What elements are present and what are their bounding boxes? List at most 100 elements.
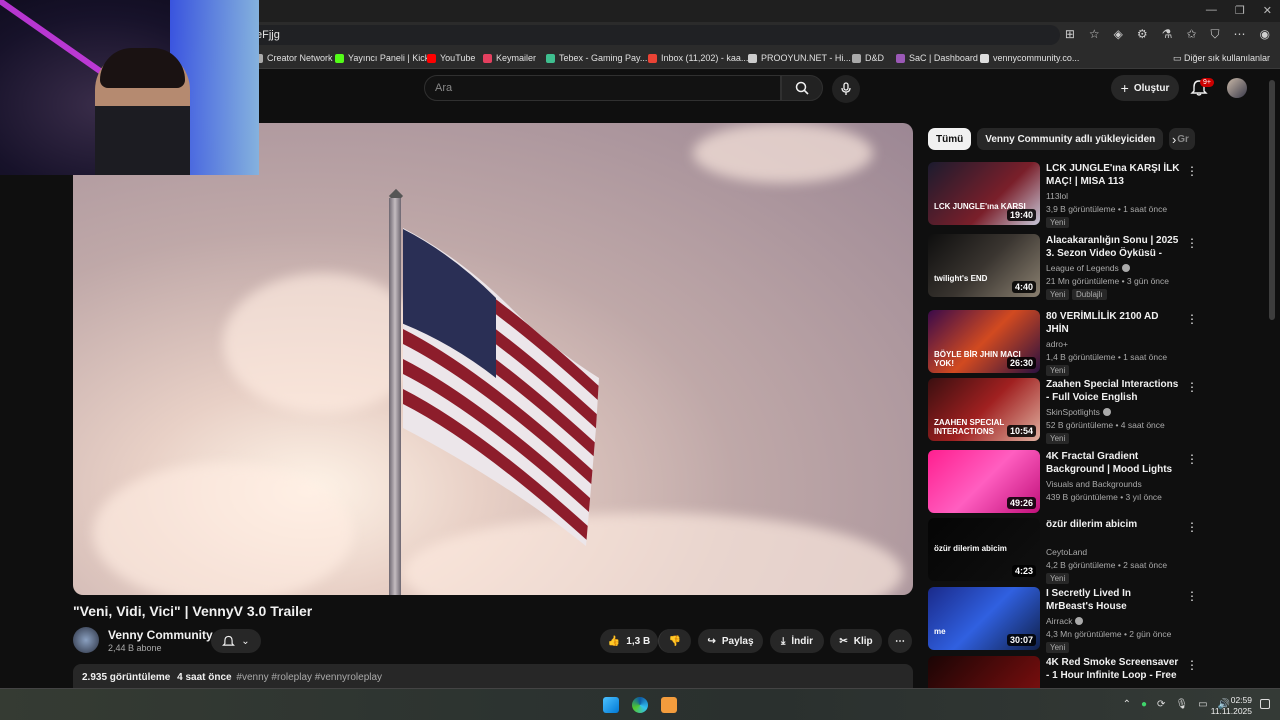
recommendation-item[interactable]: me 30:07 I Secretly Lived In MrBeast's Hou… bbox=[928, 587, 1198, 653]
apps-icon[interactable]: ⊞ bbox=[1065, 27, 1075, 42]
video-thumbnail[interactable]: twilight's END 4:40 bbox=[928, 234, 1040, 297]
bookmark-item[interactable]: Keymailer bbox=[483, 53, 536, 63]
create-button[interactable]: + Oluştur bbox=[1111, 75, 1179, 101]
notification-icon[interactable] bbox=[1260, 699, 1270, 709]
recommendation-title[interactable]: LCK JUNGLE'ına KARŞI İLK MAÇ! | MISA 113 bbox=[1046, 162, 1181, 188]
edge-icon[interactable] bbox=[632, 697, 648, 713]
dislike-button[interactable]: 👎 bbox=[658, 629, 691, 653]
microphone-icon[interactable]: 🎙 bbox=[1175, 699, 1188, 710]
video-thumbnail[interactable]: me 30:07 bbox=[928, 587, 1040, 650]
more-vert-icon[interactable]: ⋮ bbox=[1186, 236, 1198, 250]
chip-all[interactable]: Tümü bbox=[928, 128, 972, 150]
video-thumbnail[interactable]: LCK JUNGLE'ına KARŞI 19:40 bbox=[928, 162, 1040, 225]
recommendation-title[interactable]: 4K Red Smoke Screensaver - 1 Hour Infini… bbox=[1046, 656, 1181, 682]
account-avatar[interactable] bbox=[1227, 78, 1247, 98]
bookmark-item[interactable]: Inbox (11,202) - kaa... bbox=[648, 53, 748, 63]
copilot-icon[interactable]: ◉ bbox=[1260, 27, 1270, 42]
recommendation-item[interactable]: twilight's END 4:40 Alacakaranlığın Sonu |… bbox=[928, 234, 1198, 300]
video-thumbnail[interactable]: 49:26 bbox=[928, 450, 1040, 513]
recommendation-item[interactable]: özür dilerim abicim 4:23 özür dilerim abic… bbox=[928, 518, 1198, 584]
recommendation-title[interactable]: özür dilerim abicim bbox=[1046, 518, 1181, 531]
subscribed-button[interactable]: ⌄ bbox=[211, 629, 261, 653]
video-thumbnail[interactable]: BÖYLE BİR JHIN MAÇI YOK! 26:30 bbox=[928, 310, 1040, 373]
duration-badge: 49:26 bbox=[1006, 497, 1036, 509]
like-button[interactable]: 👍 1,3 B bbox=[600, 629, 658, 653]
chip-uploader[interactable]: Venny Community adlı yükleyiciden bbox=[977, 128, 1164, 150]
more-vert-icon[interactable]: ⋮ bbox=[1186, 589, 1198, 603]
puzzle-icon[interactable]: ⚙ bbox=[1137, 27, 1148, 42]
recommendation-channel[interactable]: Visuals and Backgrounds bbox=[1046, 479, 1142, 489]
video-player[interactable] bbox=[73, 123, 913, 595]
maximize-icon[interactable]: ❐ bbox=[1235, 4, 1245, 17]
shield-icon[interactable]: ⛉ bbox=[1211, 27, 1220, 42]
bookmark-item[interactable]: Yayıncı Paneli | Kick bbox=[335, 53, 429, 63]
more-vert-icon[interactable]: ⋮ bbox=[1186, 312, 1198, 326]
bookmark-item[interactable]: Tebex - Gaming Pay... bbox=[546, 53, 647, 63]
more-vert-icon[interactable]: ⋮ bbox=[1186, 380, 1198, 394]
more-vert-icon[interactable]: ⋮ bbox=[1186, 658, 1198, 672]
recommendation-title[interactable]: Zaahen Special Interactions - Full Voice… bbox=[1046, 378, 1181, 404]
scrollbar[interactable] bbox=[1269, 80, 1275, 320]
recommendation-item[interactable]: ZAAHEN SPECIAL INTERACTIONS 10:54 Zaahen S… bbox=[928, 378, 1198, 444]
clock[interactable]: 02:59 11.11.2025 bbox=[1211, 695, 1252, 717]
app-icon[interactable] bbox=[661, 697, 677, 713]
share-button[interactable]: ↪ Paylaş bbox=[698, 629, 763, 653]
extension-icon[interactable]: ◈ bbox=[1114, 27, 1123, 42]
video-thumbnail[interactable]: özür dilerim abicim 4:23 bbox=[928, 518, 1040, 581]
more-vert-icon[interactable]: ⋮ bbox=[1186, 452, 1198, 466]
video-thumbnail[interactable]: ZAAHEN SPECIAL INTERACTIONS 10:54 bbox=[928, 378, 1040, 441]
recommendation-item[interactable]: LCK JUNGLE'ına KARŞI 19:40 LCK JUNGLE'ına … bbox=[928, 162, 1198, 228]
voice-search-button[interactable] bbox=[832, 75, 860, 103]
bookmark-item[interactable]: YouTube bbox=[427, 53, 475, 63]
star-icon[interactable]: ☆ bbox=[1089, 27, 1100, 42]
recommendation-channel[interactable]: adro+ bbox=[1046, 339, 1068, 349]
recommendation-title[interactable]: 80 VERİMLİLİK 2100 AD JHİN bbox=[1046, 310, 1181, 336]
dubbed-badge: Dublajlı bbox=[1072, 289, 1107, 300]
notification-badge: 9+ bbox=[1200, 78, 1214, 87]
bookmark-item[interactable]: PROOYUN.NET - Hi... bbox=[748, 53, 851, 63]
clock-time: 02:59 bbox=[1230, 695, 1252, 705]
recommendation-title[interactable]: I Secretly Lived In MrBeast's House bbox=[1046, 587, 1181, 613]
chevron-up-icon[interactable]: ⌃ bbox=[1123, 699, 1131, 710]
chevron-right-icon[interactable]: › bbox=[1172, 132, 1176, 147]
more-vert-icon[interactable]: ⋮ bbox=[1186, 164, 1198, 178]
windows-start-icon[interactable] bbox=[603, 697, 619, 713]
recommendation-title[interactable]: Alacakaranlığın Sonu | 2025 3. Sezon Vid… bbox=[1046, 234, 1181, 260]
description-box[interactable]: 2.935 görüntüleme 4 saat önce #venny #ro… bbox=[73, 664, 913, 690]
search-button[interactable] bbox=[781, 75, 823, 101]
recommendation-title[interactable]: 4K Fractal Gradient Background | Mood Li… bbox=[1046, 450, 1181, 476]
recommendation-channel[interactable]: CeytoLand bbox=[1046, 547, 1087, 557]
download-button[interactable]: ⤓ İndir bbox=[770, 629, 824, 653]
minimize-icon[interactable]: — bbox=[1206, 4, 1217, 17]
channel-name[interactable]: Venny Community bbox=[108, 628, 213, 642]
more-actions-button[interactable]: ⋯ bbox=[888, 629, 912, 653]
more-icon[interactable]: ⋯ bbox=[1234, 27, 1246, 42]
clock-date: 11.11.2025 bbox=[1210, 706, 1252, 716]
recommendation-channel[interactable]: Airrack bbox=[1046, 616, 1084, 626]
recommendation-item[interactable]: BÖYLE BİR JHIN MAÇI YOK! 26:30 80 VERİMLİL… bbox=[928, 310, 1198, 376]
bookmark-label: Yayıncı Paneli | Kick bbox=[348, 53, 430, 63]
bookmark-item[interactable]: Creator Network bbox=[254, 53, 333, 63]
bookmarks-other[interactable]: ▭ Diğer sık kullanılanlar bbox=[1173, 53, 1270, 64]
flask-icon[interactable]: ⚗ bbox=[1162, 27, 1173, 42]
clip-button[interactable]: ✂ Klip bbox=[830, 629, 882, 653]
status-icon[interactable]: ● bbox=[1141, 699, 1147, 710]
bookmark-item[interactable]: vennycommunity.co... bbox=[980, 53, 1079, 63]
recommendation-channel[interactable]: 113lol bbox=[1046, 191, 1068, 201]
more-vert-icon[interactable]: ⋮ bbox=[1186, 520, 1198, 534]
recommendation-meta: 1,4 B görüntüleme • 1 saat önce bbox=[1046, 352, 1168, 362]
bookmark-item[interactable]: D&D bbox=[852, 53, 884, 63]
recommendation-channel[interactable]: SkinSpotlights bbox=[1046, 407, 1111, 417]
recommendation-channel[interactable]: League of Legends bbox=[1046, 263, 1130, 273]
url-field[interactable]: eFjjg bbox=[230, 25, 1060, 45]
close-icon[interactable]: ✕ bbox=[1263, 4, 1272, 17]
favorites-icon[interactable]: ✩ bbox=[1186, 27, 1196, 42]
bookmark-item[interactable]: SaC | Dashboard bbox=[896, 53, 978, 63]
bookmark-favicon-icon bbox=[427, 53, 436, 63]
channel-avatar[interactable] bbox=[73, 627, 99, 653]
sync-icon[interactable]: ⟳ bbox=[1157, 699, 1165, 710]
search-input[interactable]: Ara bbox=[424, 75, 781, 101]
recommendation-item[interactable]: 49:26 4K Fractal Gradient Background | Mo… bbox=[928, 450, 1198, 514]
display-icon[interactable]: ▭ bbox=[1198, 699, 1207, 710]
hashtags[interactable]: #venny #roleplay #vennyroleplay bbox=[236, 672, 382, 683]
